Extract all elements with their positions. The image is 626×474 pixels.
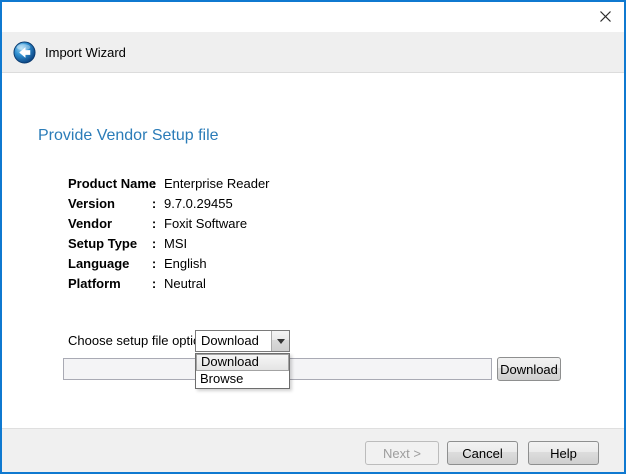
detail-row-version: Version : 9.7.0.29455	[68, 193, 270, 213]
close-button[interactable]	[594, 8, 616, 28]
cancel-button[interactable]: Cancel	[447, 441, 518, 465]
detail-label: Vendor	[68, 216, 148, 231]
page-heading: Provide Vendor Setup file	[38, 127, 219, 145]
detail-value: Foxit Software	[160, 216, 270, 231]
import-wizard-window: Import Wizard Provide Vendor Setup file …	[0, 0, 626, 474]
product-details: Product Name : Enterprise Reader Version…	[68, 173, 270, 293]
combobox-selected-value: Download	[196, 331, 271, 351]
detail-row-product-name: Product Name : Enterprise Reader	[68, 173, 270, 193]
combobox-dropdown-button[interactable]	[271, 331, 289, 351]
detail-colon: :	[148, 236, 160, 251]
detail-label: Product Name	[68, 176, 148, 191]
next-button[interactable]: Next >	[365, 441, 439, 465]
detail-value: MSI	[160, 236, 270, 251]
detail-colon: :	[148, 276, 160, 291]
detail-label: Setup Type	[68, 236, 148, 251]
detail-label: Language	[68, 256, 148, 271]
close-icon	[599, 10, 612, 26]
detail-colon: :	[148, 196, 160, 211]
wizard-footer: Next > Cancel Help	[2, 428, 624, 472]
detail-value: Enterprise Reader	[160, 176, 270, 191]
detail-colon: :	[148, 256, 160, 271]
help-button[interactable]: Help	[528, 441, 599, 465]
detail-row-platform: Platform : Neutral	[68, 273, 270, 293]
detail-row-language: Language : English	[68, 253, 270, 273]
setup-option-combobox[interactable]: Download	[195, 330, 290, 352]
setup-option-label: Choose setup file option:	[68, 333, 211, 348]
setup-option-dropdown-list: Download Browse	[195, 353, 290, 389]
detail-label: Platform	[68, 276, 148, 291]
detail-label: Version	[68, 196, 148, 211]
detail-colon: :	[148, 176, 160, 191]
detail-row-setup-type: Setup Type : MSI	[68, 233, 270, 253]
wizard-header: Import Wizard	[2, 32, 624, 73]
detail-value: 9.7.0.29455	[160, 196, 270, 211]
download-button[interactable]: Download	[497, 357, 561, 381]
detail-row-vendor: Vendor : Foxit Software	[68, 213, 270, 233]
dropdown-option-download[interactable]: Download	[196, 354, 289, 371]
titlebar	[2, 2, 624, 32]
chevron-down-icon	[277, 339, 285, 344]
detail-colon: :	[148, 216, 160, 231]
dropdown-option-browse[interactable]: Browse	[196, 371, 289, 388]
wizard-title: Import Wizard	[45, 45, 126, 60]
detail-value: Neutral	[160, 276, 270, 291]
back-arrow-icon[interactable]	[13, 41, 36, 64]
detail-value: English	[160, 256, 270, 271]
